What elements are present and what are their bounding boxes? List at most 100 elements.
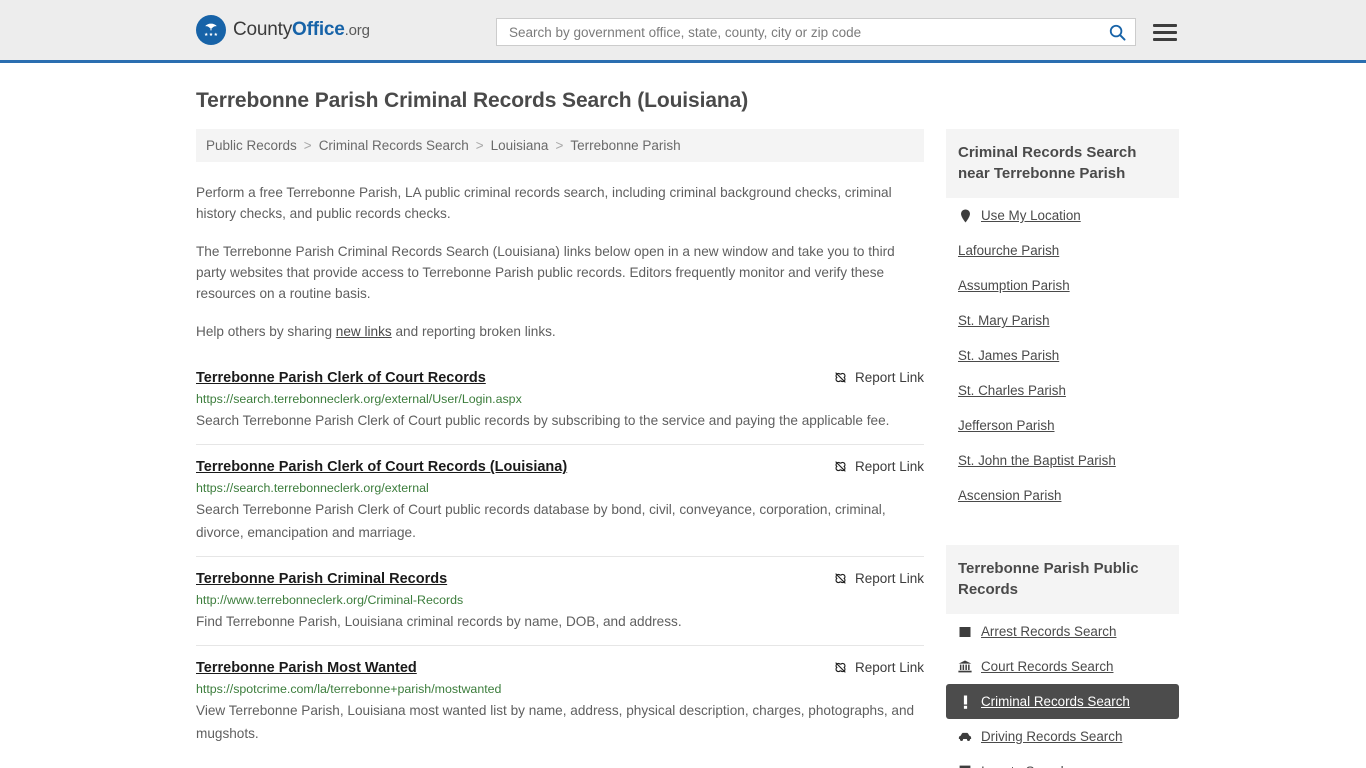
sidebar-item-assumption-parish[interactable]: Assumption Parish [946, 268, 1179, 303]
listing-header: Terrebonne Parish Clerk of Court Records… [196, 459, 924, 475]
sidebar-item-use-my-location[interactable]: Use My Location [946, 198, 1179, 233]
listing-item: Terrebonne Parish Criminal Records Repor… [196, 556, 924, 645]
intro-p3-before: Help others by sharing [196, 324, 336, 339]
sidebar-item-st-james-parish[interactable]: St. James Parish [946, 338, 1179, 373]
hamburger-bar [1153, 23, 1177, 27]
sidebar-link-driving-records-search[interactable]: Driving Records Search [981, 729, 1122, 744]
intro-paragraph-2: The Terrebonne Parish Criminal Records S… [196, 244, 895, 301]
report-link-button[interactable]: Report Link [833, 370, 924, 385]
sidebar-item-inmate-search[interactable]: Inmate Search [946, 754, 1179, 768]
header-search-area [496, 18, 1177, 46]
listing-title-link[interactable]: Terrebonne Parish Clerk of Court Records [196, 370, 498, 386]
sidebar-item-st-charles-parish[interactable]: St. Charles Parish [946, 373, 1179, 408]
page-container: Terrebonne Parish Criminal Records Searc… [0, 89, 1366, 768]
sidebar-card-nearby: Criminal Records Search near Terrebonne … [946, 129, 1179, 513]
sidebar-nearby-heading: Criminal Records Search near Terrebonne … [946, 129, 1179, 198]
broken-link-icon [835, 372, 846, 383]
listing-header: Terrebonne Parish Clerk of Court Records… [196, 370, 924, 386]
sidebar: Criminal Records Search near Terrebonne … [946, 129, 1179, 768]
sidebar-item-criminal-records-search[interactable]: Criminal Records Search [946, 684, 1179, 719]
sidebar-item-jefferson-parish[interactable]: Jefferson Parish [946, 408, 1179, 443]
sidebar-link-inmate-search[interactable]: Inmate Search [981, 764, 1068, 768]
breadcrumb-item-criminal-records-search[interactable]: Criminal Records Search [319, 138, 469, 153]
report-link-button[interactable]: Report Link [833, 660, 924, 675]
intro-p3-after: and reporting broken links. [391, 324, 556, 339]
search-icon [1109, 24, 1126, 41]
listing-url: https://search.terrebonneclerk.org/exter… [196, 481, 429, 495]
courthouse-icon [958, 660, 972, 674]
hamburger-bar [1153, 37, 1177, 41]
breadcrumb-item-terrebonne-parish: Terrebonne Parish [570, 138, 681, 153]
intro-paragraph-3: Help others by sharing new links and rep… [196, 321, 924, 342]
hamburger-menu-icon[interactable] [1153, 23, 1177, 41]
sidebar-item-lafourche-parish[interactable]: Lafourche Parish [946, 233, 1179, 268]
breadcrumb: Public Records > Criminal Records Search… [196, 129, 924, 162]
listing-description: View Terrebonne Parish, Louisiana most w… [196, 703, 915, 741]
report-link-button[interactable]: Report Link [833, 571, 924, 586]
listing-url: https://search.terrebonneclerk.org/exter… [196, 392, 522, 406]
sidebar-item-driving-records-search[interactable]: Driving Records Search [946, 719, 1179, 754]
report-link-label: Report Link [854, 660, 924, 675]
map-pin-icon [958, 209, 972, 223]
car-icon [958, 730, 972, 744]
search-input[interactable] [507, 23, 1106, 41]
sidebar-link-lafourche-parish[interactable]: Lafourche Parish [958, 243, 1059, 258]
sidebar-item-arrest-records-search[interactable]: Arrest Records Search [946, 614, 1179, 649]
sidebar-link-ascension-parish[interactable]: Ascension Parish [958, 488, 1061, 503]
intro-paragraph-1: Perform a free Terrebonne Parish, LA pub… [196, 185, 892, 221]
listing-title-link[interactable]: Terrebonne Parish Most Wanted [196, 660, 429, 676]
breadcrumb-separator: > [555, 138, 564, 153]
search-button[interactable] [1106, 23, 1129, 42]
logo-text-org: .org [344, 22, 370, 39]
sidebar-public-records-list: Arrest Records Search Court Records Sear… [946, 614, 1179, 768]
intro-text: Perform a free Terrebonne Parish, LA pub… [196, 182, 924, 342]
report-link-label: Report Link [854, 571, 924, 586]
sidebar-public-records-heading: Terrebonne Parish Public Records [946, 545, 1179, 614]
sidebar-item-st-mary-parish[interactable]: St. Mary Parish [946, 303, 1179, 338]
sidebar-link-st-john-the-baptist-parish[interactable]: St. John the Baptist Parish [958, 453, 1116, 468]
sidebar-card-public-records: Terrebonne Parish Public Records Arrest … [946, 545, 1179, 768]
listing-url: http://www.terrebonneclerk.org/Criminal-… [196, 593, 464, 607]
listing-header: Terrebonne Parish Most Wanted Report Lin… [196, 660, 924, 676]
search-box[interactable] [496, 18, 1136, 46]
breadcrumb-item-public-records[interactable]: Public Records [206, 138, 297, 153]
broken-link-icon [835, 662, 846, 673]
page-title: Terrebonne Parish Criminal Records Searc… [196, 89, 749, 112]
sidebar-link-st-james-parish[interactable]: St. James Parish [958, 348, 1059, 363]
inmate-icon [958, 765, 972, 768]
breadcrumb-separator: > [475, 138, 484, 153]
new-links-link[interactable]: new links [336, 324, 392, 339]
eagle-shield-logo-icon [196, 15, 226, 45]
listing-item: Terrebonne Parish Clerk of Court Records… [196, 364, 924, 444]
sidebar-link-st-charles-parish[interactable]: St. Charles Parish [958, 383, 1066, 398]
sidebar-link-use-my-location[interactable]: Use My Location [981, 208, 1081, 223]
sidebar-item-ascension-parish[interactable]: Ascension Parish [946, 478, 1179, 513]
listing-item: Terrebonne Parish Clerk of Court Records… [196, 444, 924, 556]
breadcrumb-separator: > [303, 138, 312, 153]
listing-description: Search Terrebonne Parish Clerk of Court … [196, 413, 890, 428]
sidebar-link-criminal-records-search[interactable]: Criminal Records Search [981, 694, 1130, 709]
logo-text-office: Office [292, 19, 345, 40]
sidebar-link-court-records-search[interactable]: Court Records Search [981, 659, 1113, 674]
report-link-button[interactable]: Report Link [833, 459, 924, 474]
sidebar-item-st-john-the-baptist-parish[interactable]: St. John the Baptist Parish [946, 443, 1179, 478]
listing-description: Find Terrebonne Parish, Louisiana crimin… [196, 614, 682, 629]
report-link-label: Report Link [854, 370, 924, 385]
site-logo[interactable]: CountyOffice.org [196, 15, 370, 45]
listing-header: Terrebonne Parish Criminal Records Repor… [196, 571, 924, 587]
listing-item: Terrebonne Parish Most Wanted Report Lin… [196, 645, 924, 757]
breadcrumb-item-louisiana[interactable]: Louisiana [491, 138, 549, 153]
hamburger-bar [1153, 30, 1177, 34]
main-column: Public Records > Criminal Records Search… [196, 129, 924, 757]
logo-text-county: County [233, 19, 293, 40]
sidebar-item-court-records-search[interactable]: Court Records Search [946, 649, 1179, 684]
sidebar-link-assumption-parish[interactable]: Assumption Parish [958, 278, 1070, 293]
listing-title-link[interactable]: Terrebonne Parish Clerk of Court Records… [196, 459, 579, 475]
listing-title-link[interactable]: Terrebonne Parish Criminal Records [196, 571, 459, 587]
listing-url: https://spotcrime.com/la/terrebonne+pari… [196, 682, 502, 696]
sidebar-link-arrest-records-search[interactable]: Arrest Records Search [981, 624, 1116, 639]
site-header: CountyOffice.org [0, 0, 1366, 63]
sidebar-link-jefferson-parish[interactable]: Jefferson Parish [958, 418, 1055, 433]
sidebar-link-st-mary-parish[interactable]: St. Mary Parish [958, 313, 1050, 328]
listing-description: Search Terrebonne Parish Clerk of Court … [196, 502, 886, 540]
